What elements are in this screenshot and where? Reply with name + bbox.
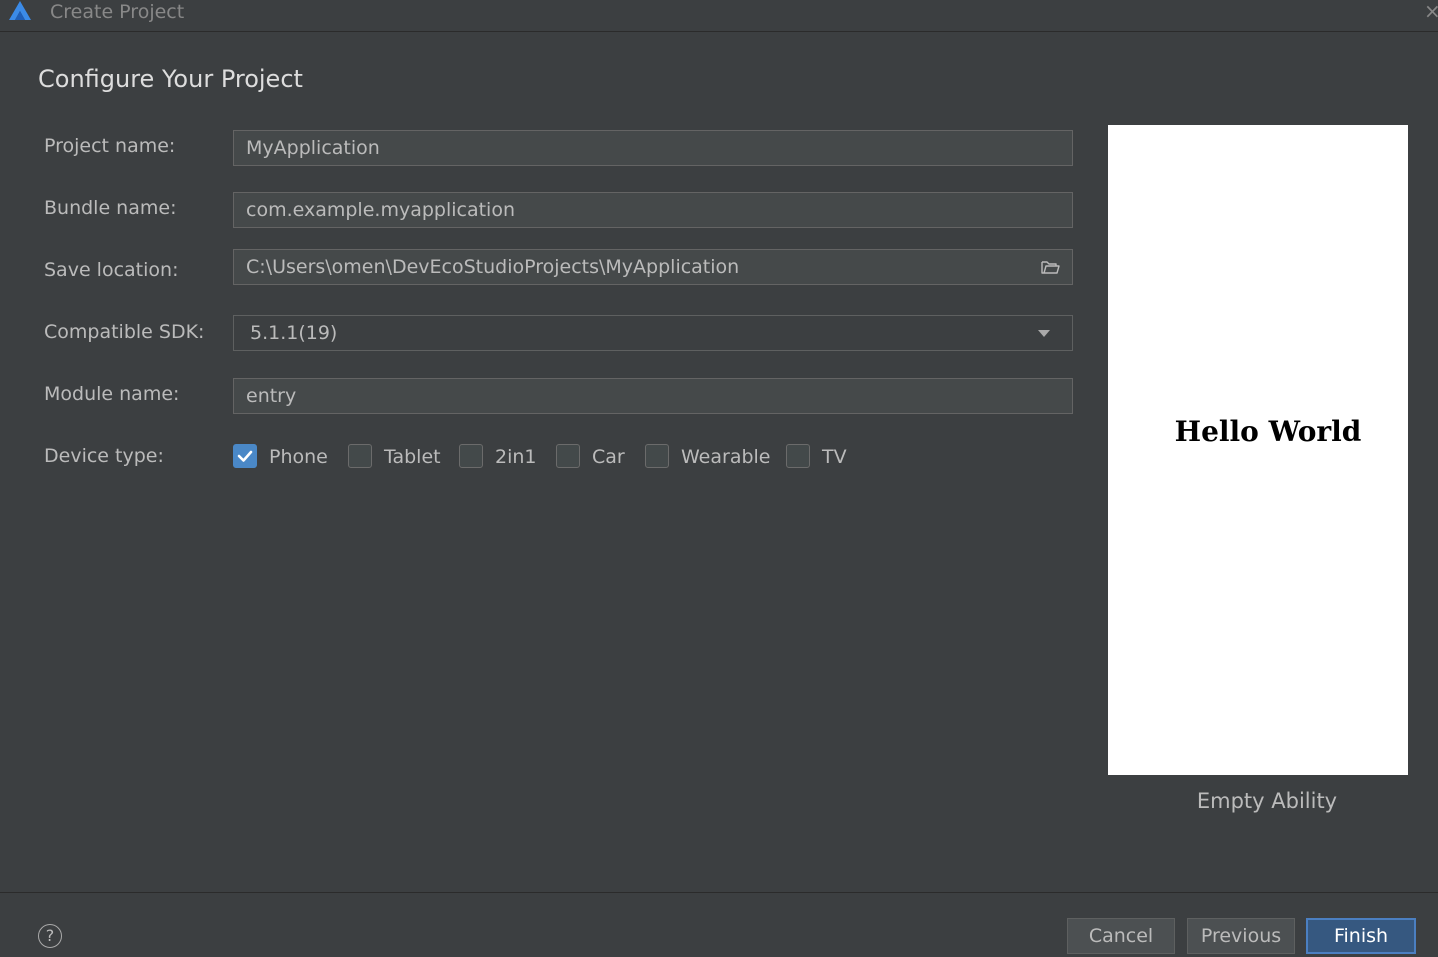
module-name-label: Module name: [44, 383, 180, 405]
tv-label: TV [822, 446, 847, 468]
template-caption: Empty Ability [1196, 789, 1338, 813]
compatible-sdk-select[interactable]: 5.1.1(19) [233, 315, 1073, 351]
project-name-input[interactable]: MyApplication [233, 130, 1073, 166]
deveco-logo-icon [9, 1, 31, 20]
preview-hello-text: Hello World [1174, 415, 1362, 448]
finish-button[interactable]: Finish [1306, 918, 1416, 954]
device-type-label: Device type: [44, 445, 164, 467]
save-location-input[interactable]: C:\Users\omen\DevEcoStudioProjects\MyApp… [233, 249, 1073, 285]
page-title: Configure Your Project [38, 65, 303, 93]
2in1-label: 2in1 [495, 446, 537, 468]
close-button[interactable]: × [1424, 0, 1438, 22]
bundle-name-label: Bundle name: [44, 197, 177, 219]
folder-icon[interactable] [1040, 258, 1060, 276]
module-name-input[interactable]: entry [233, 378, 1073, 414]
tablet-checkbox[interactable] [348, 444, 372, 468]
footer-divider [0, 892, 1438, 893]
car-checkbox[interactable] [556, 444, 580, 468]
phone-label: Phone [269, 446, 328, 468]
window-title: Create Project [50, 1, 185, 23]
tv-checkbox[interactable] [786, 444, 810, 468]
help-icon[interactable]: ? [38, 924, 62, 948]
previous-button[interactable]: Previous [1187, 918, 1295, 954]
save-location-label: Save location: [44, 259, 179, 281]
phone-checkbox[interactable] [233, 444, 257, 468]
chevron-down-icon [1038, 330, 1050, 337]
tablet-label: Tablet [384, 446, 441, 468]
template-preview: Hello World [1108, 125, 1408, 775]
compatible-sdk-label: Compatible SDK: [44, 321, 205, 343]
wearable-label: Wearable [681, 446, 771, 468]
cancel-button[interactable]: Cancel [1067, 918, 1175, 954]
bundle-name-input[interactable]: com.example.myapplication [233, 192, 1073, 228]
title-bar: Create Project × [0, 0, 1438, 32]
save-location-value: C:\Users\omen\DevEcoStudioProjects\MyApp… [246, 256, 740, 278]
compatible-sdk-value: 5.1.1(19) [250, 322, 338, 344]
car-label: Car [592, 446, 625, 468]
checkmark-icon [237, 450, 253, 462]
wearable-checkbox[interactable] [645, 444, 669, 468]
project-name-label: Project name: [44, 135, 176, 157]
2in1-checkbox[interactable] [459, 444, 483, 468]
